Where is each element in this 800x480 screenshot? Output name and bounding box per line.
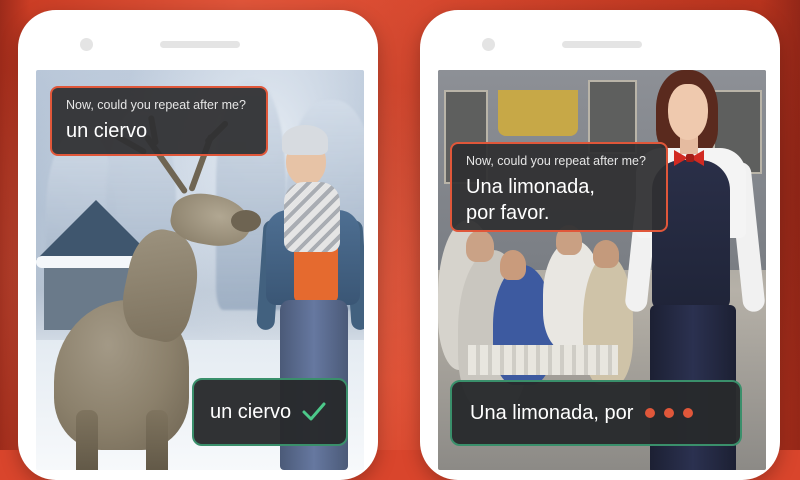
left-phone-screen: Now, could you repeat after me? un cierv… xyxy=(36,70,364,470)
right-phone-frame: Now, could you repeat after me? Una limo… xyxy=(420,10,780,480)
cafe-guest-head xyxy=(593,240,619,268)
avatar-knit-hat xyxy=(282,125,328,155)
cafe-guest-head xyxy=(500,250,526,280)
tutor-prompt-bubble: Now, could you repeat after me? Una limo… xyxy=(450,142,668,232)
typing-dot xyxy=(683,408,694,418)
earpiece-speaker xyxy=(160,41,240,48)
cafe-guest-head xyxy=(466,230,494,262)
waitress-face xyxy=(668,84,708,140)
right-phone-screen: Now, could you repeat after me? Una limo… xyxy=(438,70,766,470)
shop-awning xyxy=(498,90,578,136)
prompt-phrase-line-2: por favor. xyxy=(466,202,550,224)
prompt-phrase-line-1: Una limonada, xyxy=(466,176,595,198)
deer-leg xyxy=(76,410,98,470)
prompt-instruction: Now, could you repeat after me? xyxy=(66,98,246,112)
typing-dot xyxy=(645,408,656,418)
front-camera xyxy=(80,38,93,51)
deer-snout xyxy=(231,210,261,232)
cafe-table xyxy=(468,345,618,375)
prompt-phrase: un ciervo xyxy=(66,120,148,142)
prompt-instruction: Now, could you repeat after me? xyxy=(466,154,646,168)
left-phone-frame: Now, could you repeat after me? un cierv… xyxy=(18,10,378,480)
earpiece-speaker xyxy=(562,41,642,48)
user-answer-text: un ciervo xyxy=(210,400,292,423)
deer-leg xyxy=(146,410,168,470)
user-answer-bubble[interactable]: Una limonada, por xyxy=(450,380,742,446)
front-camera xyxy=(482,38,495,51)
user-answer-bubble[interactable]: un ciervo xyxy=(192,378,348,446)
user-answer-text: Una limonada, por xyxy=(470,401,634,424)
check-icon xyxy=(301,401,327,423)
typing-dot xyxy=(664,408,675,418)
bow-tie-knot xyxy=(686,154,694,162)
tutor-prompt-bubble: Now, could you repeat after me? un cierv… xyxy=(50,86,268,156)
typing-dots-icon xyxy=(645,408,694,418)
avatar-scarf xyxy=(284,182,340,252)
